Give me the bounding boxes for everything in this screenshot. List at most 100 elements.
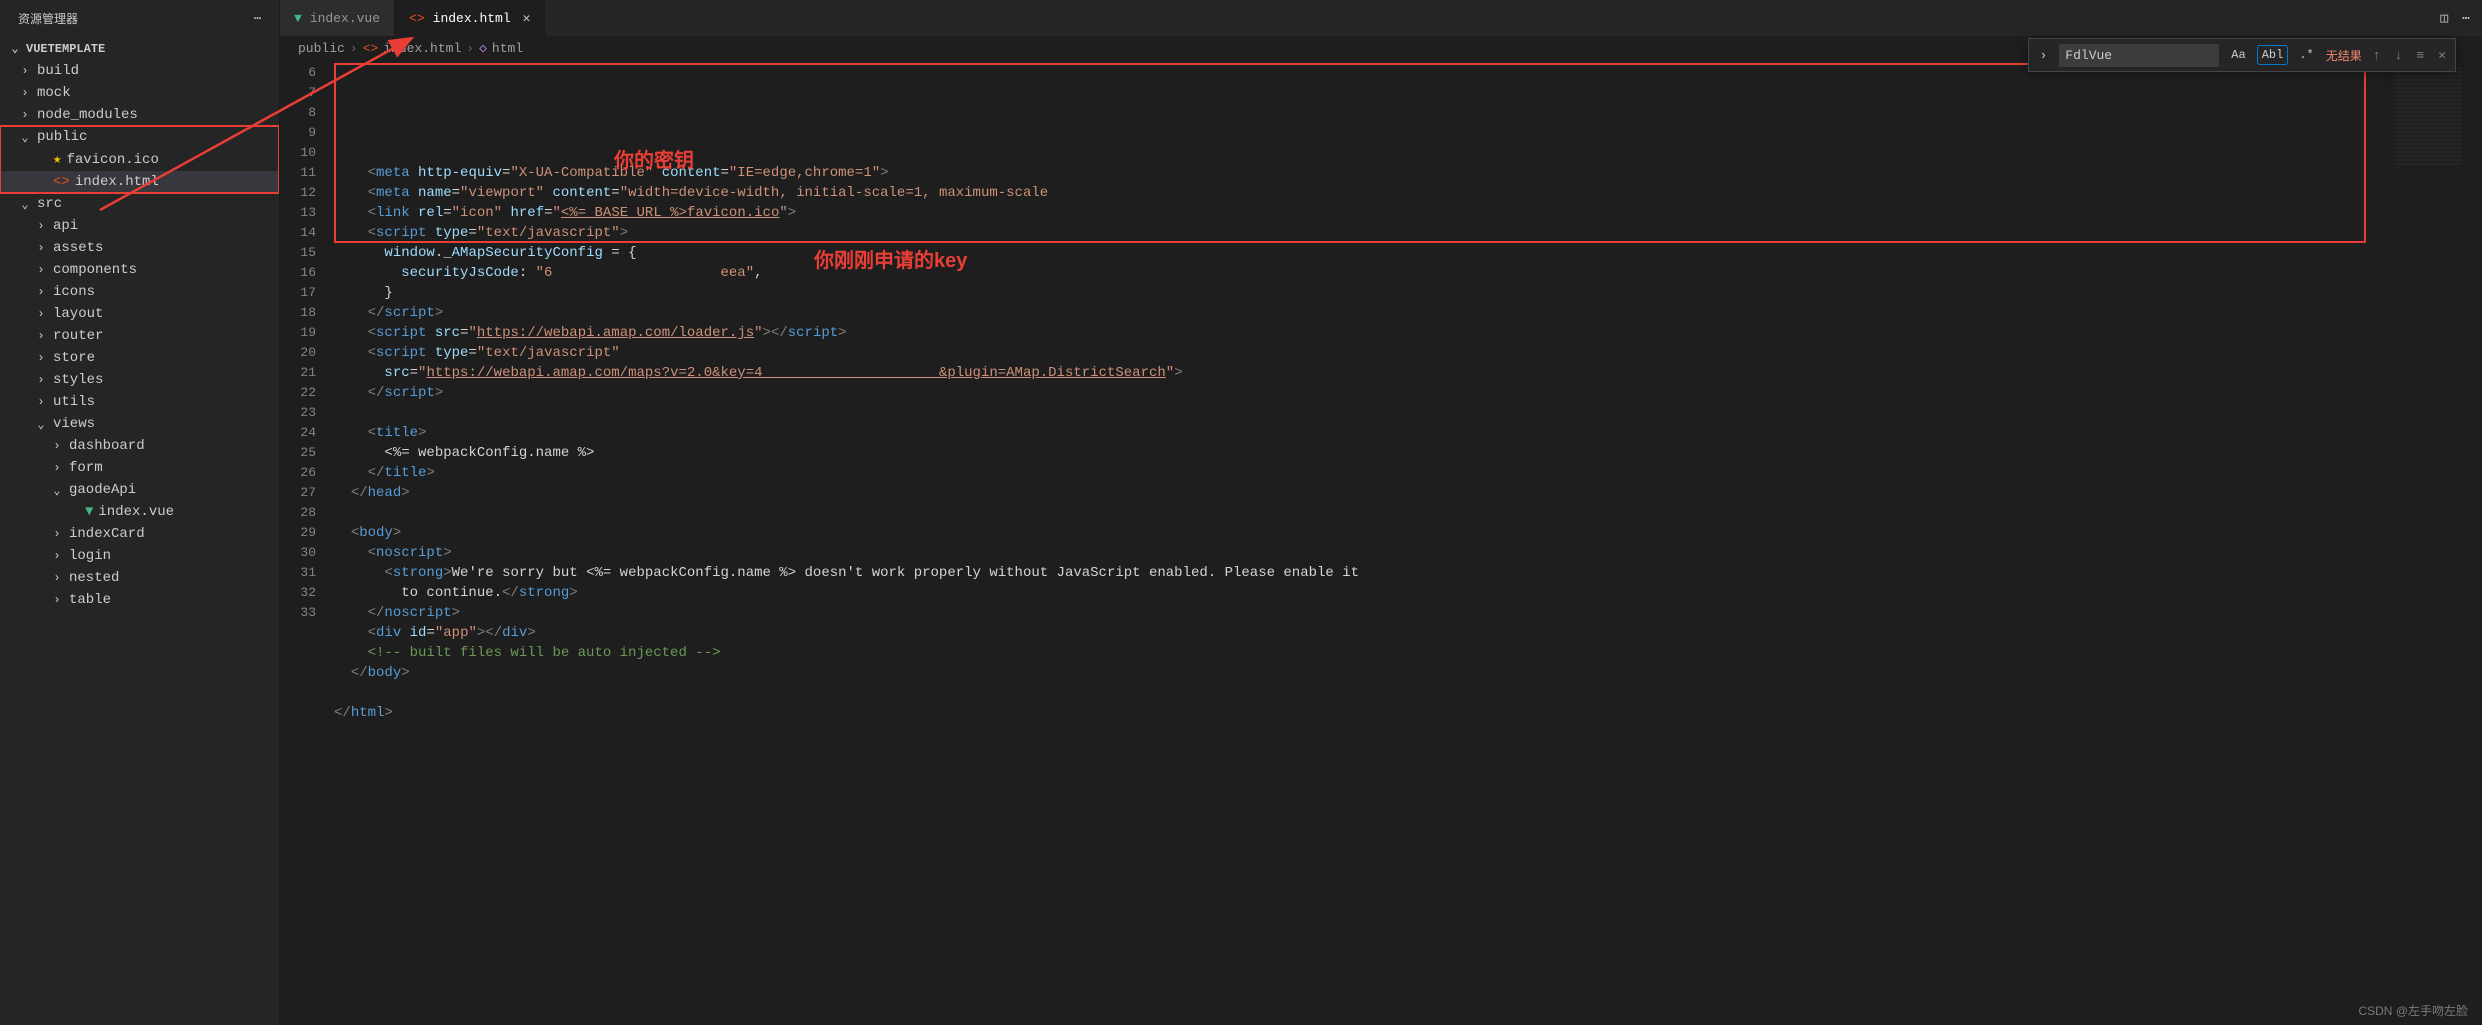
- code-line[interactable]: </script>: [334, 303, 2388, 323]
- next-match-icon[interactable]: ↓: [2392, 48, 2406, 63]
- chevron-right-icon: ›: [34, 373, 48, 387]
- tree-item[interactable]: ›utils: [0, 391, 279, 413]
- tree-item-label: table: [69, 592, 111, 608]
- tree-item-label: api: [53, 218, 78, 234]
- code-line[interactable]: </head>: [334, 483, 2388, 503]
- line-gutter: 6789101112131415161718192021222324252627…: [280, 61, 334, 1025]
- tree-item-label: dashboard: [69, 438, 145, 454]
- tree-item-label: form: [69, 460, 103, 476]
- code-area[interactable]: 6789101112131415161718192021222324252627…: [280, 61, 2482, 1025]
- tab-label: index.vue: [310, 11, 380, 26]
- code-line[interactable]: <noscript>: [334, 543, 2388, 563]
- find-widget[interactable]: › Aa Abl .* 无结果 ↑ ↓ ≡ ✕: [2028, 38, 2456, 72]
- code-line[interactable]: [334, 683, 2388, 703]
- close-icon[interactable]: ✕: [2435, 48, 2449, 63]
- chevron-right-icon: ›: [34, 307, 48, 321]
- regex-icon[interactable]: .*: [2295, 46, 2317, 64]
- code-line[interactable]: <div id="app"></div>: [334, 623, 2388, 643]
- code-line[interactable]: </noscript>: [334, 603, 2388, 623]
- code-line[interactable]: </html>: [334, 703, 2388, 723]
- tree-item[interactable]: ›api: [0, 215, 279, 237]
- sidebar-header: 资源管理器 ⋯: [0, 0, 279, 37]
- chevron-right-icon: ›: [18, 108, 32, 122]
- minimap[interactable]: [2388, 61, 2468, 1025]
- chevron-right-icon: ›: [50, 549, 64, 563]
- match-case-icon[interactable]: Aa: [2227, 46, 2249, 64]
- tree-item[interactable]: ⌄public: [0, 126, 279, 148]
- code-line[interactable]: <%= webpackConfig.name %>: [334, 443, 2388, 463]
- tree-item-label: utils: [53, 394, 95, 410]
- tree-item[interactable]: ▼index.vue: [0, 501, 279, 523]
- code-line[interactable]: <script src="https://webapi.amap.com/loa…: [334, 323, 2388, 343]
- search-input[interactable]: [2059, 44, 2219, 67]
- html-icon: <>: [363, 41, 379, 56]
- split-editor-icon[interactable]: ◫: [2440, 11, 2448, 26]
- code-line[interactable]: <meta http-equiv="X-UA-Compatible" conte…: [334, 163, 2388, 183]
- tree-item[interactable]: ⌄views: [0, 413, 279, 435]
- breadcrumb-item[interactable]: index.html: [383, 41, 461, 56]
- code-line[interactable]: </script>: [334, 383, 2388, 403]
- code-line[interactable]: <!-- built files will be auto injected -…: [334, 643, 2388, 663]
- code-line[interactable]: <meta name="viewport" content="width=dev…: [334, 183, 2388, 203]
- tree-item[interactable]: ›router: [0, 325, 279, 347]
- tree-item[interactable]: ›nested: [0, 567, 279, 589]
- tree-item[interactable]: <>index.html: [0, 171, 279, 193]
- tree-item[interactable]: ›login: [0, 545, 279, 567]
- overview-ruler[interactable]: [2468, 61, 2482, 1025]
- tree-item[interactable]: ›layout: [0, 303, 279, 325]
- chevron-right-icon: ›: [18, 86, 32, 100]
- tab[interactable]: <>index.html✕: [395, 0, 545, 36]
- tree-item[interactable]: ›components: [0, 259, 279, 281]
- code-line[interactable]: <body>: [334, 523, 2388, 543]
- code-line[interactable]: <title>: [334, 423, 2388, 443]
- tree-item-label: store: [53, 350, 95, 366]
- tree-item[interactable]: › table: [0, 589, 279, 611]
- more-icon[interactable]: ⋯: [254, 11, 261, 26]
- code-line[interactable]: [334, 503, 2388, 523]
- code-line[interactable]: }: [334, 283, 2388, 303]
- chevron-right-icon: ›: [50, 461, 64, 475]
- sidebar: 资源管理器 ⋯ ⌄ VUETEMPLATE ›build›mock›node_m…: [0, 0, 280, 1025]
- prev-match-icon[interactable]: ↑: [2370, 48, 2384, 63]
- tab[interactable]: ▼index.vue: [280, 0, 395, 36]
- code-line[interactable]: <strong>We're sorry but <%= webpackConfi…: [334, 563, 2388, 583]
- close-icon[interactable]: ✕: [523, 11, 531, 26]
- tree-item-label: assets: [53, 240, 103, 256]
- chevron-right-icon: ›: [50, 593, 64, 607]
- match-word-icon[interactable]: Abl: [2258, 46, 2288, 64]
- code-line[interactable]: </title>: [334, 463, 2388, 483]
- tree-item[interactable]: ★favicon.ico: [0, 148, 279, 171]
- tree-item[interactable]: ›build: [0, 60, 279, 82]
- tree-item[interactable]: › node_modules: [0, 104, 279, 126]
- tree-item[interactable]: ›styles: [0, 369, 279, 391]
- breadcrumb-item[interactable]: html: [492, 41, 523, 56]
- code-line[interactable]: <script type="text/javascript">: [334, 223, 2388, 243]
- tree-item-label: node_modules: [37, 107, 138, 123]
- chevron-right-icon: ›: [34, 263, 48, 277]
- more-icon[interactable]: ⋯: [2462, 11, 2470, 26]
- tree-item[interactable]: ›assets: [0, 237, 279, 259]
- breadcrumb-item[interactable]: public: [298, 41, 345, 56]
- code-line[interactable]: securityJsCode: "6 eea",: [334, 263, 2388, 283]
- expand-icon[interactable]: ›: [2035, 48, 2051, 63]
- tree-item[interactable]: ⌄gaodeApi: [0, 479, 279, 501]
- code-line[interactable]: <script type="text/javascript": [334, 343, 2388, 363]
- filter-icon[interactable]: ≡: [2413, 48, 2427, 63]
- tree-item[interactable]: ›indexCard: [0, 523, 279, 545]
- tree-item[interactable]: ›mock: [0, 82, 279, 104]
- code-line[interactable]: <link rel="icon" href="<%= BASE_URL %>fa…: [334, 203, 2388, 223]
- code-line[interactable]: [334, 403, 2388, 423]
- code-line[interactable]: src="https://webapi.amap.com/maps?v=2.0&…: [334, 363, 2388, 383]
- tree-item-label: src: [37, 196, 62, 212]
- tree-item[interactable]: ⌄src: [0, 193, 279, 215]
- chevron-right-icon: ›: [466, 41, 474, 56]
- project-title[interactable]: ⌄ VUETEMPLATE: [0, 37, 279, 60]
- tree-item[interactable]: › form: [0, 457, 279, 479]
- tree-item[interactable]: ›dashboard: [0, 435, 279, 457]
- tree-item[interactable]: ›store: [0, 347, 279, 369]
- tree-item[interactable]: ›icons: [0, 281, 279, 303]
- code-content[interactable]: 你的密钥 你刚刚申请的key <meta http-equiv="X-UA-Co…: [334, 61, 2388, 1025]
- code-line[interactable]: to continue.</strong>: [334, 583, 2388, 603]
- code-line[interactable]: </body>: [334, 663, 2388, 683]
- code-line[interactable]: window._AMapSecurityConfig = {: [334, 243, 2388, 263]
